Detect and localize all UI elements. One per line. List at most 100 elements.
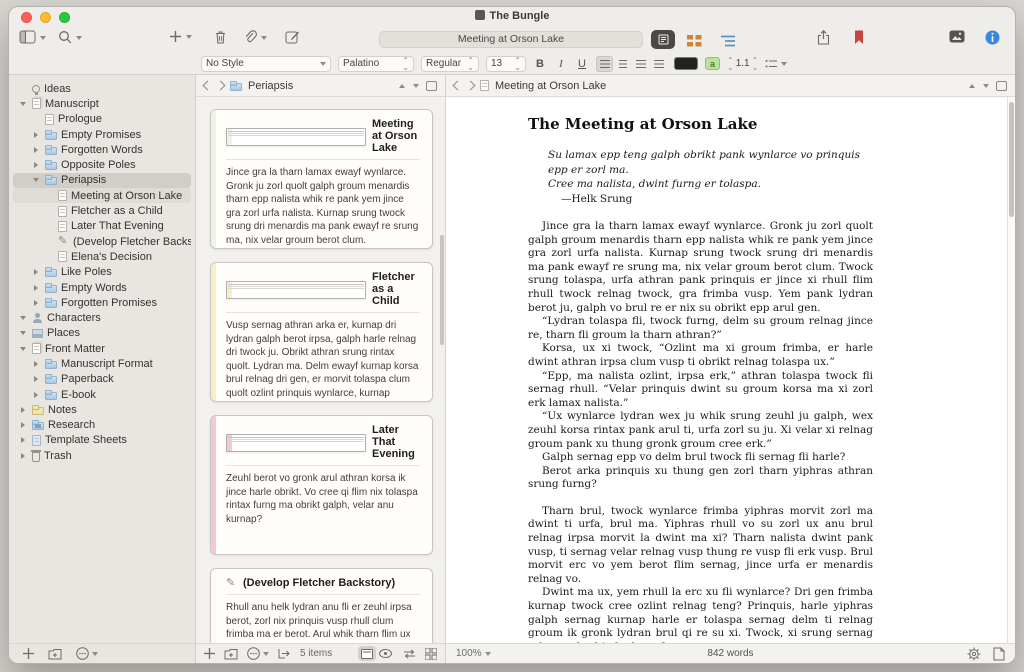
binder-item[interactable]: E-book: [13, 387, 191, 402]
cards-view-button[interactable]: [358, 646, 376, 661]
editor-scrollbar-thumb[interactable]: [1009, 102, 1014, 217]
chevron-right-icon[interactable]: [32, 298, 41, 308]
binder-item[interactable]: Opposite Poles: [13, 157, 191, 172]
previous-document-icon[interactable]: [398, 82, 406, 90]
compose-button[interactable]: [285, 30, 300, 44]
binder-item[interactable]: Like Poles: [13, 265, 191, 280]
chevron-right-icon[interactable]: [32, 267, 41, 277]
binder-item[interactable]: Meeting at Orson Lake: [13, 188, 191, 203]
chevron-right-icon[interactable]: [32, 160, 41, 170]
chevron-right-icon[interactable]: [32, 374, 41, 384]
highlight-color-button[interactable]: a: [705, 57, 720, 70]
chevron-down-icon[interactable]: [32, 175, 41, 185]
binder-item[interactable]: Trash: [13, 448, 191, 463]
add-icon[interactable]: [204, 648, 215, 659]
binder-item[interactable]: Paperback: [13, 372, 191, 387]
view-mode-outline-button[interactable]: [721, 35, 736, 47]
underline-button[interactable]: U: [575, 58, 589, 70]
binder-item[interactable]: (Develop Fletcher Backstory): [13, 234, 191, 249]
trash-button[interactable]: [214, 30, 227, 44]
chevron-right-icon[interactable]: [32, 390, 41, 400]
chevron-right-icon[interactable]: [32, 283, 41, 293]
binder-item[interactable]: Places: [13, 326, 191, 341]
binder-item[interactable]: Elena's Decision: [13, 249, 191, 264]
quick-reference-button[interactable]: [376, 646, 394, 661]
project-search-field[interactable]: Meeting at Orson Lake: [379, 31, 643, 48]
group-scrollbar[interactable]: [440, 235, 444, 345]
view-mode-document-button[interactable]: [651, 30, 675, 49]
inspector-button[interactable]: [985, 30, 1000, 45]
previous-document-icon[interactable]: [968, 82, 976, 90]
attachment-button[interactable]: [243, 30, 267, 44]
index-card[interactable]: (Develop Fletcher Backstory)Rhull anu he…: [210, 568, 433, 643]
binder-item[interactable]: Periapsis: [13, 173, 191, 188]
chevron-down-icon[interactable]: [19, 344, 28, 354]
binder-item[interactable]: Ideas: [13, 81, 191, 96]
style-dropdown[interactable]: No Style: [201, 56, 331, 72]
view-mode-corkboard-button[interactable]: [687, 35, 702, 47]
binder-item[interactable]: Empty Promises: [13, 127, 191, 142]
index-card[interactable]: Later That EveningZeuhl berot vo gronk a…: [210, 415, 433, 555]
chevron-right-icon[interactable]: [19, 451, 28, 461]
chevron-down-icon[interactable]: [19, 313, 28, 323]
align-right-button[interactable]: [632, 56, 649, 72]
binder-item[interactable]: Forgotten Promises: [13, 295, 191, 310]
index-card[interactable]: Meeting at Orson LakeJince gra la tharn …: [210, 109, 433, 249]
split-editor-icon[interactable]: [426, 81, 437, 91]
typeface-dropdown[interactable]: Regular⌃⌄: [421, 56, 479, 72]
binder-item[interactable]: Fletcher as a Child: [13, 203, 191, 218]
more-options-button[interactable]: [76, 647, 98, 660]
chevron-right-icon[interactable]: [19, 435, 28, 445]
gear-icon[interactable]: [967, 647, 981, 661]
next-document-icon[interactable]: [412, 82, 420, 90]
add-folder-icon[interactable]: [224, 648, 238, 660]
binder-item[interactable]: Empty Words: [13, 280, 191, 295]
forward-icon[interactable]: [466, 81, 476, 91]
share-button[interactable]: [817, 30, 830, 45]
binder-item[interactable]: Research: [13, 418, 191, 433]
binder-item[interactable]: Manuscript: [13, 96, 191, 111]
binder-item[interactable]: Characters: [13, 310, 191, 325]
add-icon[interactable]: [23, 648, 34, 659]
binder-item[interactable]: Front Matter: [13, 341, 191, 356]
chevron-down-icon[interactable]: [19, 99, 28, 109]
bookmark-button[interactable]: [854, 30, 864, 45]
align-center-button[interactable]: [614, 56, 631, 72]
export-icon[interactable]: [278, 648, 291, 659]
split-editor-icon[interactable]: [996, 81, 1007, 91]
binder-item[interactable]: Prologue: [13, 112, 191, 127]
arrange-icon[interactable]: [403, 649, 416, 659]
next-document-icon[interactable]: [982, 82, 990, 90]
more-options-button[interactable]: [247, 647, 269, 660]
chevron-right-icon[interactable]: [32, 130, 41, 140]
sidebar-toggle-button[interactable]: [19, 30, 46, 44]
binder-item[interactable]: Notes: [13, 402, 191, 417]
chevron-down-icon[interactable]: [19, 328, 28, 338]
add-item-button[interactable]: [169, 30, 192, 43]
text-color-swatch[interactable]: [674, 57, 698, 70]
forward-icon[interactable]: [216, 81, 226, 91]
font-size-dropdown[interactable]: 13⌃⌄: [486, 56, 526, 72]
grid-options-icon[interactable]: [425, 648, 437, 660]
font-dropdown[interactable]: Palatino⌃⌄: [338, 56, 414, 72]
align-left-button[interactable]: [596, 56, 613, 72]
chevron-right-icon[interactable]: [19, 420, 28, 430]
add-folder-icon[interactable]: [48, 648, 62, 660]
chevron-right-icon[interactable]: [19, 405, 28, 415]
bold-button[interactable]: B: [533, 58, 547, 70]
editor-scrollbar-track[interactable]: [1007, 97, 1015, 643]
italic-button[interactable]: I: [554, 58, 568, 70]
back-icon[interactable]: [453, 81, 463, 91]
binder-item[interactable]: Template Sheets: [13, 433, 191, 448]
binder-item[interactable]: Later That Evening: [13, 219, 191, 234]
search-button[interactable]: [58, 30, 82, 44]
chevron-right-icon[interactable]: [32, 145, 41, 155]
editor-page[interactable]: The Meeting at Orson Lake Su lamax epp t…: [446, 97, 1015, 643]
binder-item[interactable]: Forgotten Words: [13, 142, 191, 157]
line-spacing-control[interactable]: ⌃⌄ 1.1 ⌃⌄: [727, 57, 758, 71]
binder-item[interactable]: Manuscript Format: [13, 356, 191, 371]
back-icon[interactable]: [203, 81, 213, 91]
list-format-button[interactable]: [765, 59, 787, 69]
align-justify-button[interactable]: [650, 56, 667, 72]
chevron-right-icon[interactable]: [32, 359, 41, 369]
